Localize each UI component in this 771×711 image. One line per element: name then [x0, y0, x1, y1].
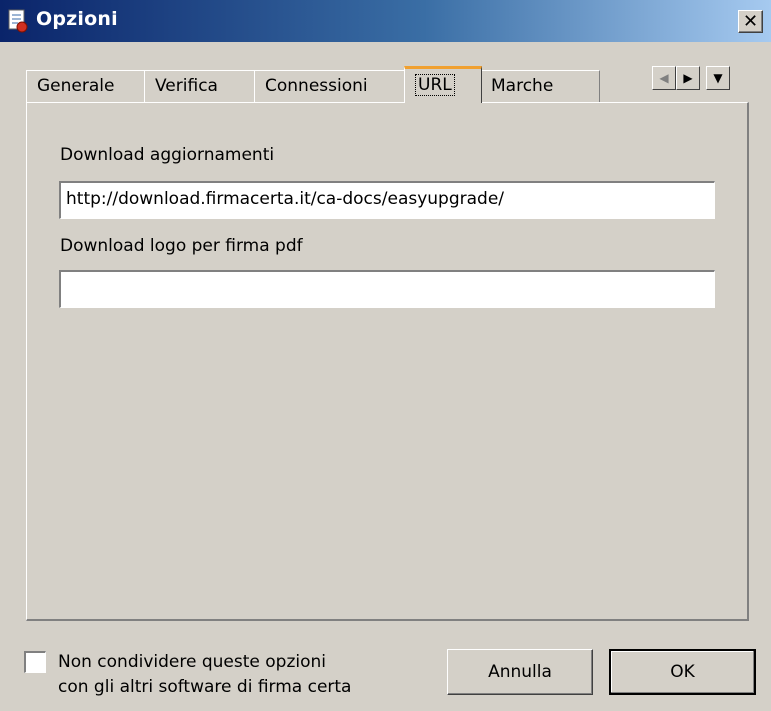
tab-verifica[interactable]: Verifica — [144, 70, 256, 102]
tab-label: Marche — [491, 76, 554, 96]
logo-url-label: Download logo per firma pdf — [60, 236, 303, 256]
tab-generale[interactable]: Generale — [26, 70, 146, 102]
arrow-left-icon: ◀ — [659, 71, 669, 85]
logo-url-field[interactable] — [59, 270, 715, 308]
tab-connessioni[interactable]: Connessioni — [254, 70, 408, 102]
tab-scroll-left-button[interactable]: ◀ — [652, 66, 676, 90]
tab-panel-url — [26, 102, 749, 621]
updates-url-label: Download aggiornamenti — [60, 145, 275, 165]
close-button[interactable]: ✕ — [738, 10, 763, 33]
tab-label: URL — [415, 74, 455, 96]
tab-marche[interactable]: Marche — [480, 70, 600, 102]
document-seal-icon — [8, 9, 28, 33]
close-icon: ✕ — [742, 11, 759, 32]
tab-list-menu-button[interactable]: ▼ — [706, 66, 730, 90]
no-share-checkbox[interactable] — [24, 651, 46, 673]
updates-url-field[interactable]: http://download.firmacerta.it/ca-docs/ea… — [59, 181, 715, 219]
no-share-label: Non condividere queste opzioni con gli a… — [58, 650, 351, 700]
tab-strip: Generale Verifica Connessioni URL Marche — [26, 66, 646, 103]
title-bar: Opzioni ✕ — [0, 0, 771, 42]
chevron-down-icon: ▼ — [713, 71, 723, 85]
no-share-label-line1: Non condividere queste opzioni — [58, 652, 326, 672]
tab-label: Generale — [37, 76, 115, 96]
arrow-right-icon: ▶ — [683, 71, 693, 85]
tab-scroll-right-button[interactable]: ▶ — [676, 66, 700, 90]
tab-url[interactable]: URL — [404, 66, 482, 103]
cancel-button[interactable]: Annulla — [447, 649, 593, 695]
window-title: Opzioni — [36, 8, 118, 30]
ok-button[interactable]: OK — [609, 649, 756, 695]
tab-label: Verifica — [155, 76, 218, 96]
tab-label: Connessioni — [265, 76, 368, 96]
no-share-label-line2: con gli altri software di firma certa — [58, 677, 352, 697]
